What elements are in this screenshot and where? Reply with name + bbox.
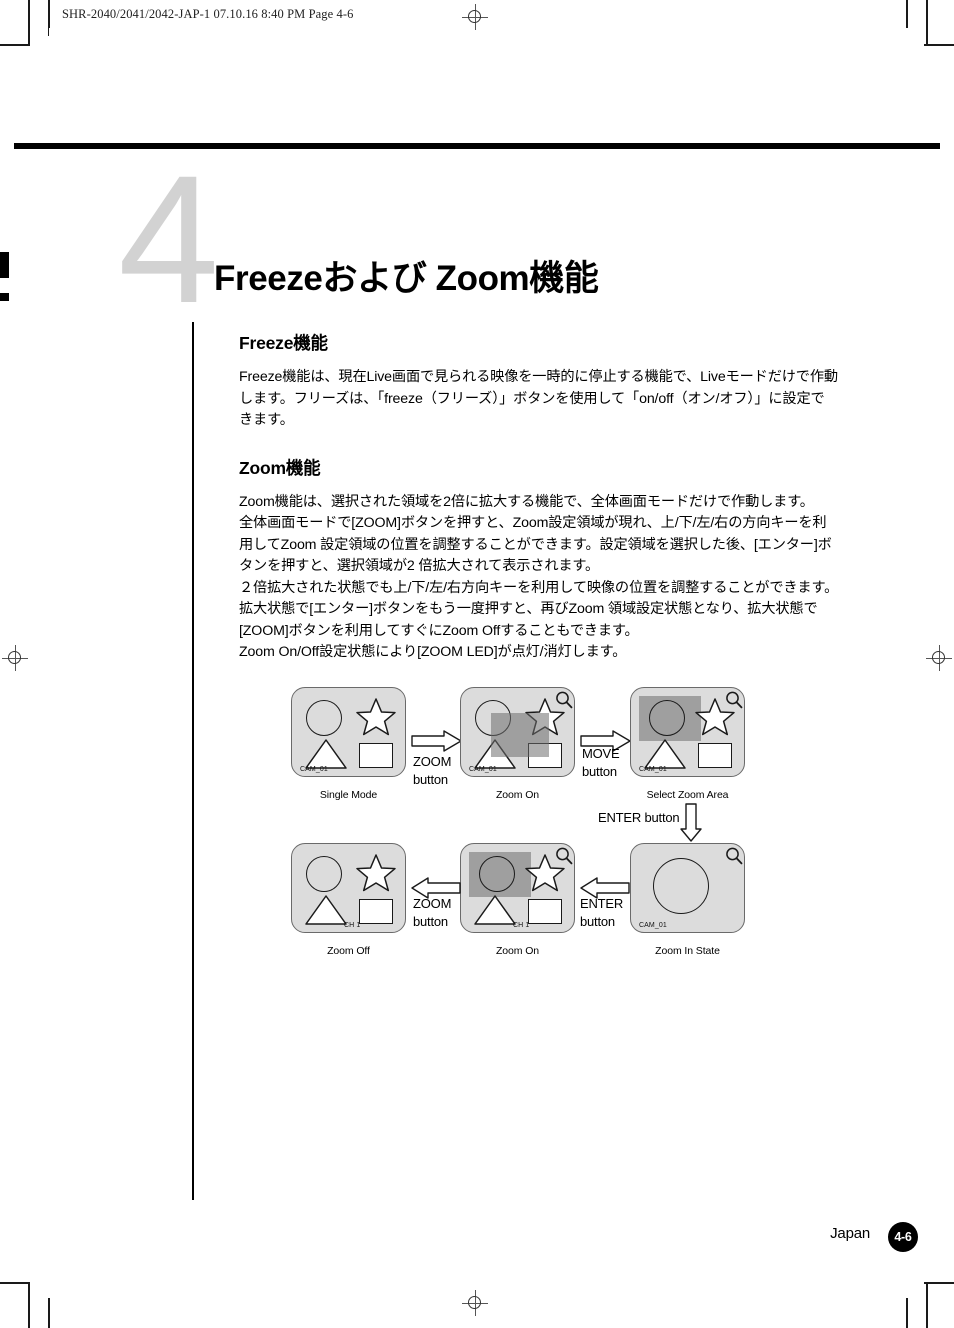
shape-star — [355, 697, 397, 737]
panel-caption-select-zoom-area: Select Zoom Area — [646, 789, 729, 801]
magnifier-icon — [724, 690, 744, 715]
content-column-rule — [192, 322, 194, 1200]
arrow-enter-button-down — [680, 803, 702, 848]
panel-osd-label: CH 1 — [513, 922, 530, 929]
crop-mark-bottom-left-h — [0, 1282, 30, 1284]
shape-circle — [479, 856, 515, 892]
page-title: Freezeおよび Zoom機能 — [214, 259, 599, 298]
thumb-index-tab-lower — [0, 293, 9, 301]
transition-label-zoom-button-top: ZOOM button — [413, 753, 451, 789]
transition-label-move-button: MOVE button — [582, 745, 620, 781]
footer-page-badge: 4-6 — [888, 1222, 918, 1252]
section-heading-zoom: Zoom機能 — [239, 457, 321, 478]
crop-mark-top-left-h — [0, 44, 30, 46]
transition-label-line2: button — [413, 914, 448, 929]
chapter-number: 4 — [118, 137, 219, 341]
panel-caption-zoom-off: Zoom Off — [327, 945, 370, 957]
shape-square — [528, 899, 562, 924]
magnifier-icon — [724, 846, 744, 871]
slug-divider — [48, 2, 50, 36]
magnifier-icon — [554, 690, 574, 715]
transition-label-line1: MOVE — [582, 746, 620, 761]
transition-label-line1: ZOOM — [413, 754, 452, 769]
print-slug: SHR-2040/2041/2042-JAP-1 07.10.16 8:40 P… — [62, 7, 354, 21]
panel-osd-label: CH 1 — [344, 922, 361, 929]
shape-square — [359, 899, 393, 924]
crop-mark-bottom-right-v — [906, 1298, 908, 1328]
content-column: Freeze機能 Freeze機能は、現在Live画面で見られる映像を一時的に停… — [239, 330, 859, 664]
panel-osd-label: CAM_01 — [639, 766, 667, 773]
panel-caption-zoom-on-top: Zoom On — [495, 789, 540, 801]
transition-label-zoom-button-bottom: ZOOM button — [413, 895, 451, 931]
panel-select-zoom-area: CAM_01 — [630, 687, 745, 777]
crop-mark-top-right-h — [924, 44, 954, 46]
crop-mark-br-outer-v — [926, 1282, 928, 1328]
transition-label-line1: ZOOM — [413, 896, 452, 911]
transition-label-line2: button — [580, 914, 615, 929]
footer-country: Japan — [830, 1225, 870, 1242]
panel-osd-label: CAM_01 — [300, 766, 328, 773]
crop-mark-tl-outer-v — [28, 0, 30, 44]
transition-label-line1: ENTER — [580, 896, 624, 911]
panel-zoom-on-top: CAM_01 — [460, 687, 575, 777]
panel-zoom-off: CH 1 — [291, 843, 406, 933]
transition-label-line1: ENTER button — [598, 810, 680, 825]
panel-zoom-in-state: CAM_01 — [630, 843, 745, 933]
section-body-zoom: Zoom機能は、選択された領域を2倍に拡大する機能で、全体画面モードだけで作動し… — [239, 493, 839, 661]
shape-triangle — [304, 894, 348, 926]
manual-page: SHR-2040/2041/2042-JAP-1 07.10.16 8:40 P… — [0, 0, 954, 1328]
panel-caption-zoom-in-state: Zoom In State — [655, 945, 720, 957]
section-heading-freeze: Freeze機能 — [239, 333, 328, 353]
panel-single-mode: CAM_01 — [291, 687, 406, 777]
shape-circle — [306, 856, 342, 892]
crop-mark-tr-outer-v — [926, 0, 928, 44]
shape-circle — [649, 700, 685, 736]
crop-mark-bottom-left-v — [48, 1298, 50, 1328]
registration-mark-top — [462, 4, 488, 30]
crop-mark-bottom-right-h — [924, 1282, 954, 1284]
magnifier-icon — [554, 846, 574, 871]
section-body-freeze: Freeze機能は、現在Live画面で見られる映像を一時的に停止する機能で、Li… — [239, 369, 838, 428]
shape-square — [698, 743, 732, 768]
panel-osd-label: CAM_01 — [639, 922, 667, 929]
shape-square — [359, 743, 393, 768]
panel-zoom-on-bottom: CH 1 — [460, 843, 575, 933]
transition-label-line2: button — [582, 764, 617, 779]
crop-mark-top-right-v — [906, 0, 908, 28]
transition-label-line2: button — [413, 772, 448, 787]
crop-mark-bl-outer-v — [28, 1282, 30, 1328]
shape-circle-zoomed — [653, 858, 709, 914]
panel-caption-zoom-on-bottom: Zoom On — [495, 945, 540, 957]
panel-osd-label: CAM_01 — [469, 766, 497, 773]
zoom-workflow-diagram: CAM_01 Single Mode ZOOM button CAM_01 Zo… — [255, 683, 815, 968]
registration-mark-bottom — [462, 1290, 488, 1316]
transition-label-enter-button-down: ENTER button — [598, 809, 680, 827]
transition-label-enter-button-left: ENTER button — [580, 895, 623, 931]
shape-circle — [306, 700, 342, 736]
zoom-selection-box — [491, 713, 549, 757]
registration-mark-left — [2, 645, 28, 671]
shape-triangle — [473, 894, 517, 926]
shape-star — [355, 853, 397, 893]
registration-mark-right — [926, 645, 952, 671]
thumb-index-tab — [0, 252, 9, 278]
panel-caption-single-mode: Single Mode — [319, 789, 378, 801]
